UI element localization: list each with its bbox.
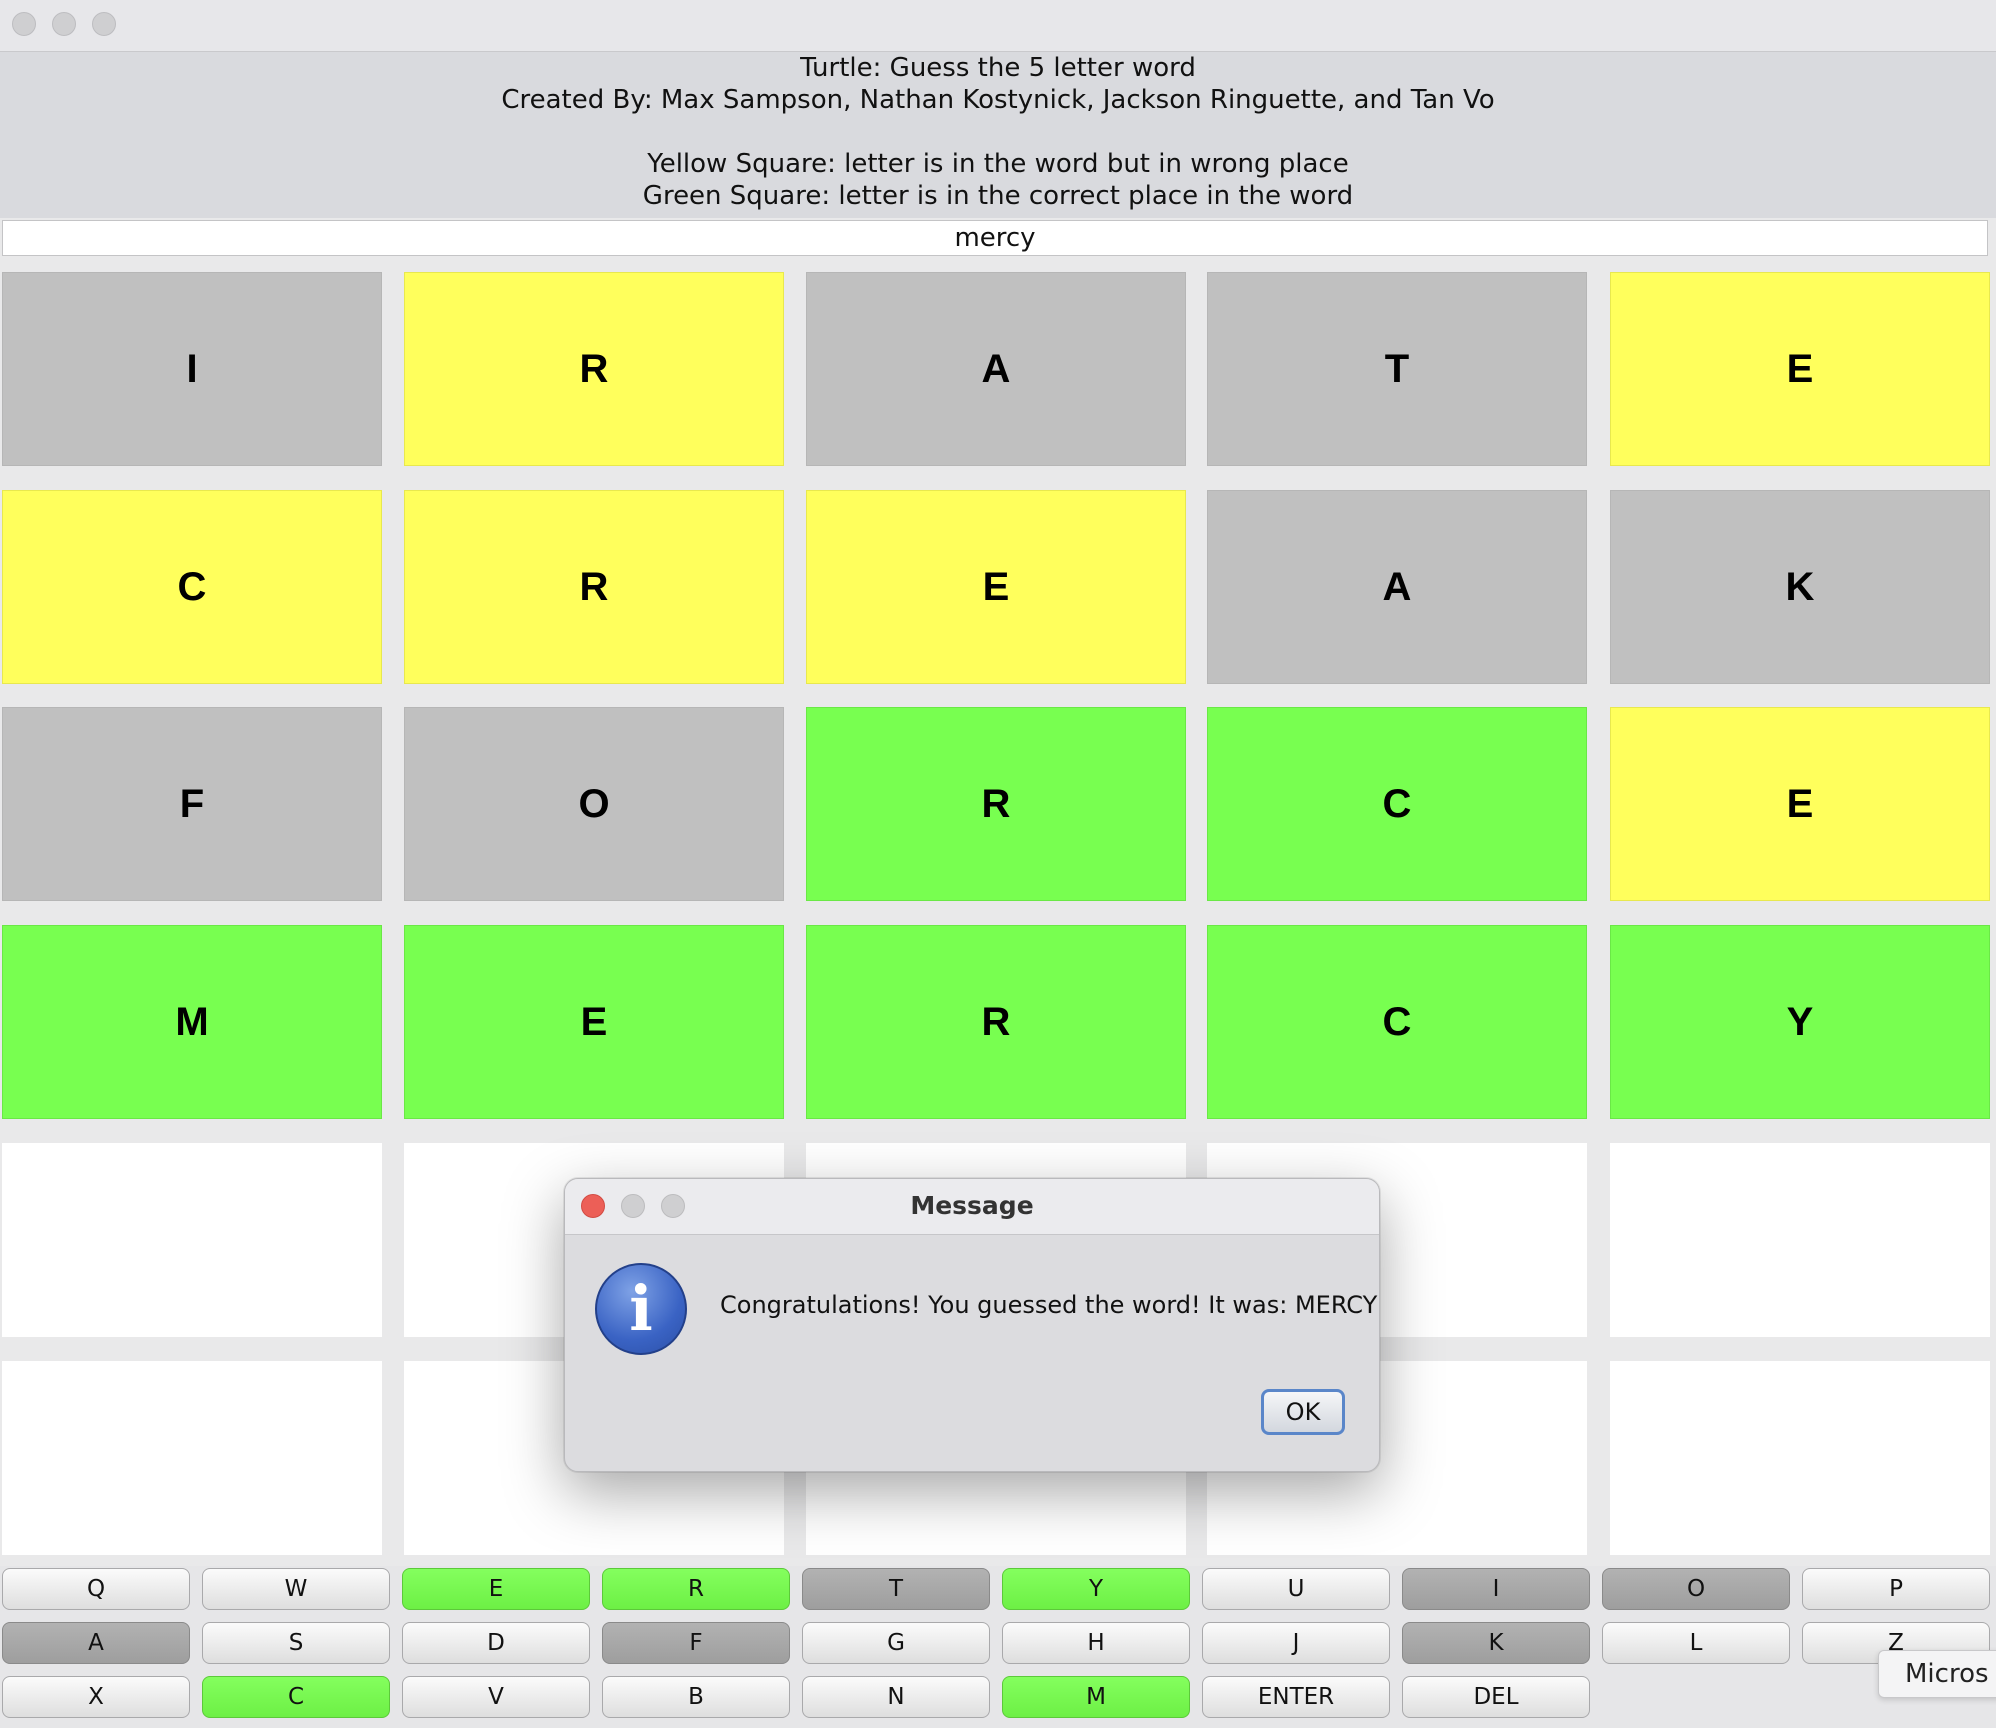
guess-input[interactable]: mercy (2, 220, 1988, 256)
dialog-maximize-button (661, 1194, 685, 1218)
legend-green-text: Green Square: letter is in the correct p… (642, 181, 1354, 211)
grid-tile: O (404, 707, 784, 901)
key-q[interactable]: Q (2, 1568, 190, 1610)
window-close-button[interactable] (12, 12, 36, 36)
message-dialog: Message i Congratulations! You guessed t… (564, 1178, 1380, 1472)
key-m[interactable]: M (1002, 1676, 1190, 1718)
key-e[interactable]: E (402, 1568, 590, 1610)
grid-tile (1610, 1361, 1990, 1555)
credits-text: Created By: Max Sampson, Nathan Kostynic… (501, 85, 1495, 115)
game-window: Turtle: Guess the 5 letter word Created … (0, 0, 1996, 1728)
key-g[interactable]: G (802, 1622, 990, 1664)
dialog-titlebar: Message (565, 1179, 1379, 1235)
grid-tile: E (806, 490, 1186, 684)
grid-tile: A (806, 272, 1186, 466)
grid-tile: R (806, 925, 1186, 1119)
key-i[interactable]: I (1402, 1568, 1590, 1610)
key-h[interactable]: H (1002, 1622, 1190, 1664)
dialog-title: Message (910, 1191, 1034, 1220)
key-s[interactable]: S (202, 1622, 390, 1664)
key-t[interactable]: T (802, 1568, 990, 1610)
key-a[interactable]: A (2, 1622, 190, 1664)
grid-tile: C (1207, 707, 1587, 901)
window-maximize-button[interactable] (92, 12, 116, 36)
grid-tile: C (1207, 925, 1587, 1119)
grid-tile: E (1610, 272, 1990, 466)
key-b[interactable]: B (602, 1676, 790, 1718)
ok-button[interactable]: OK (1261, 1389, 1345, 1435)
grid-tile: R (404, 272, 784, 466)
info-icon: i (595, 1263, 687, 1355)
grid-tile: M (2, 925, 382, 1119)
dialog-message: Congratulations! You guessed the word! I… (720, 1291, 1378, 1319)
key-enter[interactable]: ENTER (1202, 1676, 1390, 1718)
game-title: Turtle: Guess the 5 letter word (800, 53, 1196, 83)
window-titlebar (0, 0, 1996, 52)
window-minimize-button[interactable] (52, 12, 76, 36)
key-o[interactable]: O (1602, 1568, 1790, 1610)
grid-tile: R (404, 490, 784, 684)
key-f[interactable]: F (602, 1622, 790, 1664)
tooltip: Micros (1878, 1650, 1996, 1698)
grid-tile (1610, 1143, 1990, 1337)
key-p[interactable]: P (1802, 1568, 1990, 1610)
grid-tile: R (806, 707, 1186, 901)
key-d[interactable]: D (402, 1622, 590, 1664)
legend-yellow-text: Yellow Square: letter is in the word but… (647, 149, 1349, 179)
dialog-minimize-button (621, 1194, 645, 1218)
key-l[interactable]: L (1602, 1622, 1790, 1664)
key-y[interactable]: Y (1002, 1568, 1190, 1610)
dialog-close-button[interactable] (581, 1194, 605, 1218)
grid-tile: E (404, 925, 784, 1119)
grid-tile: A (1207, 490, 1587, 684)
key-n[interactable]: N (802, 1676, 990, 1718)
key-j[interactable]: J (1202, 1622, 1390, 1664)
grid-tile: F (2, 707, 382, 901)
key-w[interactable]: W (202, 1568, 390, 1610)
grid-tile: C (2, 490, 382, 684)
grid-tile: E (1610, 707, 1990, 901)
key-del[interactable]: DEL (1402, 1676, 1590, 1718)
key-k[interactable]: K (1402, 1622, 1590, 1664)
key-v[interactable]: V (402, 1676, 590, 1718)
key-x[interactable]: X (2, 1676, 190, 1718)
grid-tile: T (1207, 272, 1587, 466)
on-screen-keyboard: Q W E R T Y U I O P A S D F G H J K L Z X C V B N M ENTER DEL (0, 1566, 1996, 1728)
grid-tile: Y (1610, 925, 1990, 1119)
grid-tile (2, 1361, 382, 1555)
grid-tile: K (1610, 490, 1990, 684)
grid-tile (2, 1143, 382, 1337)
instructions-panel: Turtle: Guess the 5 letter word Created … (0, 52, 1996, 218)
key-r[interactable]: R (602, 1568, 790, 1610)
key-c[interactable]: C (202, 1676, 390, 1718)
key-u[interactable]: U (1202, 1568, 1390, 1610)
grid-tile: I (2, 272, 382, 466)
